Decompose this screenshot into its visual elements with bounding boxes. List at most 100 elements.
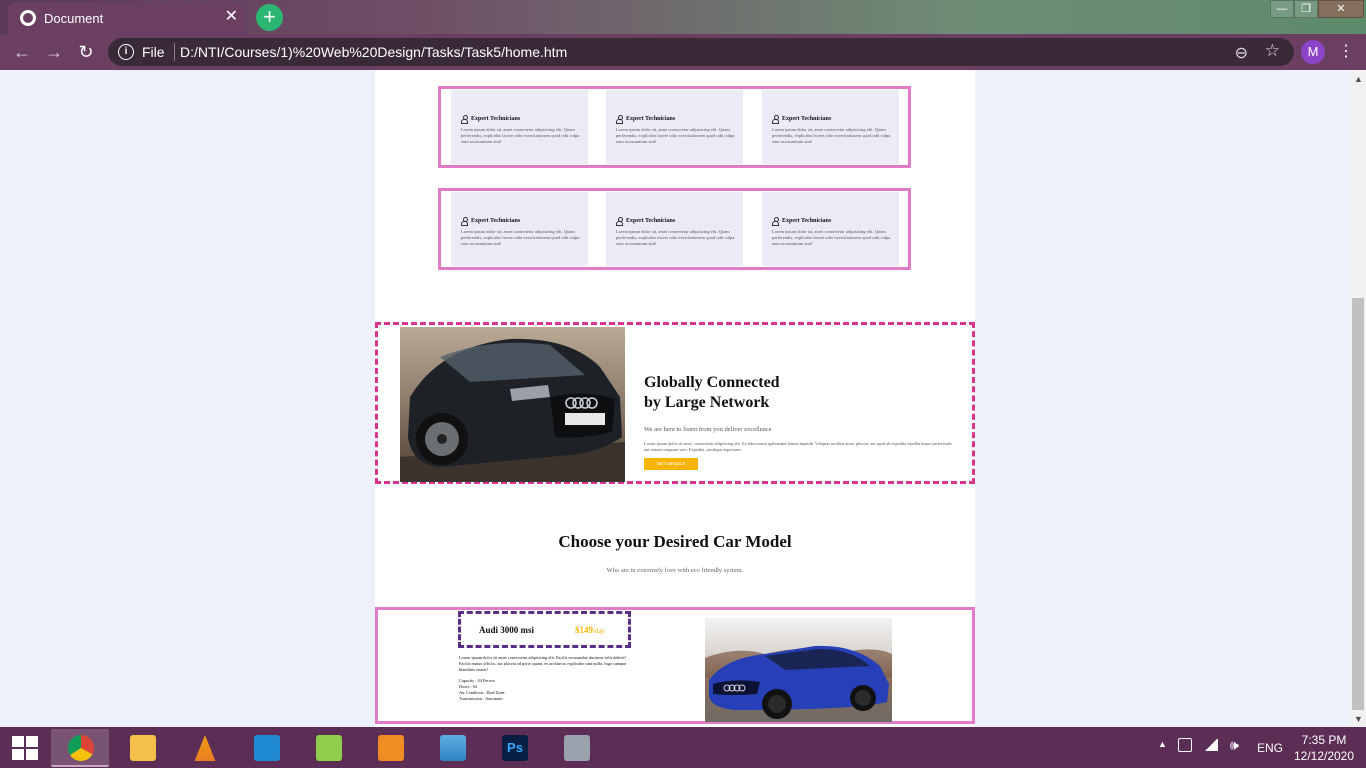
feature-title-line-2: by Large Network xyxy=(644,394,770,411)
back-arrow-icon[interactable]: ← xyxy=(12,42,32,62)
feature-subtitle: We are here to listen from you deliver e… xyxy=(644,426,772,433)
file-explorer-taskbar-app[interactable] xyxy=(113,729,171,767)
model-specs: Capacity : 04 Person Doors : 04 Air Cond… xyxy=(459,678,505,702)
network-icon[interactable] xyxy=(1178,738,1192,752)
scroll-down-arrow-icon[interactable]: ▼ xyxy=(1354,714,1363,724)
clock-date: 12/12/2020 xyxy=(1293,749,1355,763)
minimize-button[interactable]: — xyxy=(1270,0,1294,18)
feature-title-line-1: Globally Connected xyxy=(644,374,780,391)
get-details-button[interactable]: GET DETAILS xyxy=(644,458,698,470)
model-header: Audi 3000 msi $149/day xyxy=(458,611,631,648)
choose-model-subtitle: Who are in extremely love with eco frien… xyxy=(606,567,744,574)
car-model-section: Audi 3000 msi $149/day Lorem ipsum dolor… xyxy=(375,607,975,724)
chrome-icon xyxy=(68,735,94,761)
vscode-taskbar-app[interactable] xyxy=(237,729,295,767)
feature-card: Expert Technicians Lorem ipsum dolor sit… xyxy=(451,90,588,164)
vscode-icon xyxy=(254,735,280,761)
url-divider xyxy=(174,43,175,61)
black-car-image xyxy=(400,327,625,482)
video-play-icon xyxy=(378,735,404,761)
choose-model-title: Choose your Desired Car Model xyxy=(558,532,792,551)
page-viewport: Expert Technicians Lorem ipsum dolor sit… xyxy=(0,70,1350,727)
vertical-scrollbar[interactable]: ▲ ▼ xyxy=(1350,70,1366,727)
profile-avatar[interactable]: M xyxy=(1301,40,1325,64)
feature-card: Expert Technicians Lorem ipsum dolor sit… xyxy=(762,90,899,164)
reload-icon[interactable]: ↻ xyxy=(76,42,96,62)
photos-icon xyxy=(440,735,466,761)
user-icon xyxy=(772,217,779,226)
file-label: File xyxy=(142,44,165,60)
price-value: $149 xyxy=(575,625,593,635)
vlc-cone-icon xyxy=(194,735,216,761)
folder-icon xyxy=(130,735,156,761)
language-indicator[interactable]: ENG xyxy=(1257,741,1283,755)
windows-taskbar: Ps ▲ 🕪 ENG 7:35 PM 12/12/2020 xyxy=(0,727,1366,768)
photoshop-taskbar-app[interactable]: Ps xyxy=(485,729,543,767)
feature-card: Expert Technicians Lorem ipsum dolor sit… xyxy=(606,192,743,266)
url-text[interactable]: D:/NTI/Courses/1)%20Web%20Design/Tasks/T… xyxy=(180,44,567,60)
close-tab-icon[interactable]: ✕ xyxy=(225,8,238,26)
user-icon xyxy=(616,217,623,226)
kebab-menu-icon[interactable]: ⋮ xyxy=(1338,42,1354,62)
browser-toolbar: ← → ↻ i File D:/NTI/Courses/1)%20Web%20D… xyxy=(0,34,1366,70)
feature-title: Globally Connected by Large Network xyxy=(644,373,780,413)
model-price: $149/day xyxy=(575,625,605,635)
user-icon xyxy=(461,217,468,226)
model-name: Audi 3000 msi xyxy=(479,625,535,635)
tray-expand-icon[interactable]: ▲ xyxy=(1158,739,1167,749)
card-text: Lorem ipsum dolor sit, amet consectetur … xyxy=(772,229,891,246)
info-icon[interactable]: i xyxy=(118,44,134,60)
calculator-icon xyxy=(564,735,590,761)
forward-arrow-icon[interactable]: → xyxy=(44,42,64,62)
feature-card: Expert Technicians Lorem ipsum dolor sit… xyxy=(606,90,743,164)
title-bar: Document ✕ + — ❐ ✕ xyxy=(0,0,1366,34)
card-text: Lorem ipsum dolor sit, amet consectetur … xyxy=(461,127,580,144)
user-icon xyxy=(772,115,779,124)
card-title: Expert Technicians xyxy=(626,218,676,224)
close-window-button[interactable]: ✕ xyxy=(1318,0,1364,18)
volume-icon[interactable]: 🕪 xyxy=(1230,737,1239,754)
calculator-taskbar-app[interactable] xyxy=(547,729,605,767)
user-icon xyxy=(616,115,623,124)
system-clock[interactable]: 7:35 PM 12/12/2020 xyxy=(1290,732,1358,764)
wifi-signal-icon[interactable] xyxy=(1204,739,1218,751)
price-unit: /day xyxy=(593,627,606,635)
blue-car-image xyxy=(705,618,892,722)
card-title: Expert Technicians xyxy=(782,218,832,224)
vlc-taskbar-app[interactable] xyxy=(175,729,233,767)
card-text: Lorem ipsum dolor sit, amet consectetur … xyxy=(772,127,891,144)
scroll-up-arrow-icon[interactable]: ▲ xyxy=(1354,74,1363,84)
chrome-taskbar-app[interactable] xyxy=(51,729,109,767)
address-bar[interactable]: i File D:/NTI/Courses/1)%20Web%20Design/… xyxy=(108,38,1294,66)
clock-time: 7:35 PM xyxy=(1301,733,1347,747)
scroll-thumb[interactable] xyxy=(1352,298,1364,710)
notepadpp-taskbar-app[interactable] xyxy=(299,729,357,767)
card-text: Lorem ipsum dolor sit, amet consectetur … xyxy=(461,229,580,246)
global-network-section: Globally Connected by Large Network We a… xyxy=(375,322,975,484)
photoshop-icon: Ps xyxy=(502,735,528,761)
card-title: Expert Technicians xyxy=(471,218,521,224)
video-player-taskbar-app[interactable] xyxy=(361,729,419,767)
bookmark-star-icon[interactable]: ☆ xyxy=(1265,41,1280,61)
model-description: Lorem ipsum dolor sit amet consectetur a… xyxy=(459,655,627,672)
browser-tab[interactable]: Document ✕ xyxy=(8,2,246,34)
windows-start-icon[interactable] xyxy=(12,736,38,760)
page-content: Expert Technicians Lorem ipsum dolor sit… xyxy=(375,70,975,727)
restore-button[interactable]: ❐ xyxy=(1294,0,1318,18)
feature-card: Expert Technicians Lorem ipsum dolor sit… xyxy=(451,192,588,266)
spec-item: Transmission : Automatic xyxy=(459,696,504,701)
user-icon xyxy=(461,115,468,124)
features-row-2: Expert Technicians Lorem ipsum dolor sit… xyxy=(438,188,911,270)
features-row-1: Expert Technicians Lorem ipsum dolor sit… xyxy=(438,86,911,168)
notepadpp-icon xyxy=(316,735,342,761)
card-text: Lorem ipsum dolor sit, amet consectetur … xyxy=(616,229,735,246)
zoom-icon[interactable]: ⊖ xyxy=(1235,43,1248,63)
feature-paragraph: Lorem ipsum dolor sit amet, consectetur … xyxy=(644,441,952,452)
card-title: Expert Technicians xyxy=(626,116,676,122)
card-title: Expert Technicians xyxy=(782,116,832,122)
card-title: Expert Technicians xyxy=(471,116,521,122)
globe-icon xyxy=(20,10,36,26)
photos-taskbar-app[interactable] xyxy=(423,729,481,767)
new-tab-button[interactable]: + xyxy=(256,4,283,31)
feature-card: Expert Technicians Lorem ipsum dolor sit… xyxy=(762,192,899,266)
